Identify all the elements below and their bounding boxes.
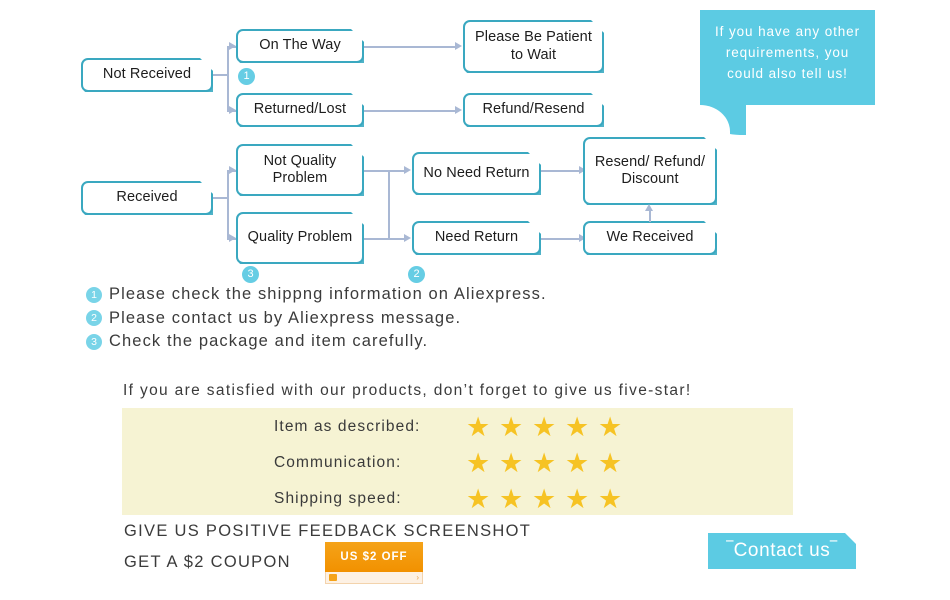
arrow-icon bbox=[645, 204, 653, 211]
arrow-icon bbox=[404, 234, 411, 242]
notes-list: 1 Please check the shippng information o… bbox=[86, 283, 547, 354]
star-icon: ★ bbox=[565, 448, 590, 478]
list-item: 1 Please check the shippng information o… bbox=[86, 283, 547, 307]
star-icon: ★ bbox=[499, 484, 524, 514]
star-icon: ★ bbox=[499, 412, 524, 442]
flow-box-not-received: Not Received bbox=[81, 58, 213, 92]
arrow-icon bbox=[404, 166, 411, 174]
star-icon: ★ bbox=[532, 412, 557, 442]
connector-h bbox=[213, 74, 228, 76]
flow-box-label: Need Return bbox=[434, 229, 519, 246]
flow-box-received: Received bbox=[81, 181, 213, 215]
badge-3-flowchart: 3 bbox=[242, 266, 259, 283]
badge-3: 3 bbox=[86, 333, 102, 350]
coupon-label: US $2 OFF bbox=[325, 542, 423, 572]
flow-box-label: Quality Problem bbox=[247, 229, 353, 246]
feedback-headline: If you are satisfied with our products, … bbox=[123, 382, 692, 399]
rating-row: Shipping speed: ★ ★ ★ ★ ★ bbox=[274, 484, 623, 514]
promo-line-2: GET A $2 COUPON bbox=[124, 553, 291, 571]
star-icon: ★ bbox=[565, 412, 590, 442]
flow-box-label: Please Be Patient to Wait bbox=[475, 29, 592, 63]
flow-box-on-the-way: On The Way bbox=[236, 29, 364, 63]
flow-box-no-need-return: No Need Return bbox=[412, 152, 541, 195]
chevron-right-icon: › bbox=[416, 572, 419, 582]
note-text: Please check the shippng information on … bbox=[109, 285, 547, 304]
contact-us-label: ‾Contact us‾ bbox=[726, 540, 838, 561]
connector-h bbox=[213, 197, 228, 199]
arrow-icon bbox=[229, 234, 236, 242]
flow-box-refund-resend: Refund/Resend bbox=[463, 93, 604, 127]
connector-h bbox=[541, 170, 581, 172]
flow-box-resend-refund-discount: Resend/ Refund/ Discount bbox=[583, 137, 717, 205]
connector-v bbox=[388, 170, 390, 239]
feedback-rating-rows: Item as described: ★ ★ ★ ★ ★ Communicati… bbox=[274, 412, 623, 514]
arrow-icon bbox=[229, 166, 236, 174]
note-text: Check the package and item carefully. bbox=[109, 332, 429, 351]
connector-v bbox=[227, 170, 229, 239]
star-icon: ★ bbox=[466, 412, 491, 442]
star-rating: ★ ★ ★ ★ ★ bbox=[466, 448, 623, 478]
flow-box-label: Received bbox=[116, 189, 178, 206]
coupon-icon bbox=[329, 574, 337, 581]
connector-h bbox=[364, 170, 406, 172]
star-rating: ★ ★ ★ ★ ★ bbox=[466, 484, 623, 514]
flow-box-quality-problem: Quality Problem bbox=[236, 212, 364, 264]
rating-label: Item as described: bbox=[274, 418, 421, 435]
flow-box-label: On The Way bbox=[259, 37, 341, 54]
arrow-icon bbox=[455, 106, 462, 114]
flow-box-label: We Received bbox=[606, 229, 694, 246]
rating-label: Communication: bbox=[274, 454, 402, 471]
speech-bubble: If you have any other requirements, you … bbox=[700, 10, 875, 105]
flow-box-label: Returned/Lost bbox=[253, 101, 347, 118]
star-icon: ★ bbox=[466, 484, 491, 514]
rating-row: Item as described: ★ ★ ★ ★ ★ bbox=[274, 412, 623, 442]
connector-h bbox=[364, 238, 406, 240]
connector-v bbox=[227, 46, 229, 111]
flow-box-label: Not Quality Problem bbox=[263, 152, 337, 186]
star-icon: ★ bbox=[598, 412, 623, 442]
flow-box-label: No Need Return bbox=[423, 164, 530, 181]
flow-box-we-received: We Received bbox=[583, 221, 717, 255]
star-icon: ★ bbox=[466, 448, 491, 478]
flow-box-label: Refund/Resend bbox=[482, 101, 585, 118]
star-icon: ★ bbox=[499, 448, 524, 478]
arrow-icon bbox=[455, 42, 462, 50]
badge-1-flowchart: 1 bbox=[238, 68, 255, 85]
coupon-footer: › bbox=[325, 572, 423, 584]
infographic-canvas: Not Received On The Way Returned/Lost 1 … bbox=[0, 0, 950, 600]
connector-h bbox=[364, 46, 457, 48]
speech-bubble-tail bbox=[700, 105, 746, 135]
star-icon: ★ bbox=[565, 484, 590, 514]
speech-bubble-text: If you have any other requirements, you … bbox=[715, 24, 860, 81]
badge-2-flowchart: 2 bbox=[408, 266, 425, 283]
star-icon: ★ bbox=[532, 484, 557, 514]
arrow-icon bbox=[229, 106, 236, 114]
star-icon: ★ bbox=[598, 484, 623, 514]
star-rating: ★ ★ ★ ★ ★ bbox=[466, 412, 623, 442]
flow-box-returned-lost: Returned/Lost bbox=[236, 93, 364, 127]
flow-box-please-be-patient: Please Be Patient to Wait bbox=[463, 20, 604, 73]
flow-box-label: Not Received bbox=[102, 66, 192, 83]
contact-us-button[interactable]: ‾Contact us‾ bbox=[708, 533, 856, 569]
list-item: 2 Please contact us by Aliexpress messag… bbox=[86, 307, 547, 331]
flow-box-not-quality-problem: Not Quality Problem bbox=[236, 144, 364, 196]
rating-label: Shipping speed: bbox=[274, 490, 402, 507]
flow-box-label: Resend/ Refund/ Discount bbox=[594, 153, 706, 187]
badge-1: 1 bbox=[86, 286, 102, 303]
connector-h bbox=[364, 110, 457, 112]
promo-line-1: GIVE US POSITIVE FEEDBACK SCREENSHOT bbox=[124, 522, 532, 540]
arrow-icon bbox=[229, 42, 236, 50]
rating-row: Communication: ★ ★ ★ ★ ★ bbox=[274, 448, 623, 478]
star-icon: ★ bbox=[598, 448, 623, 478]
list-item: 3 Check the package and item carefully. bbox=[86, 330, 547, 354]
badge-2: 2 bbox=[86, 310, 102, 327]
note-text: Please contact us by Aliexpress message. bbox=[109, 308, 462, 327]
coupon-badge[interactable]: US $2 OFF › bbox=[325, 542, 423, 584]
star-icon: ★ bbox=[532, 448, 557, 478]
flow-box-need-return: Need Return bbox=[412, 221, 541, 255]
connector-h bbox=[541, 238, 581, 240]
